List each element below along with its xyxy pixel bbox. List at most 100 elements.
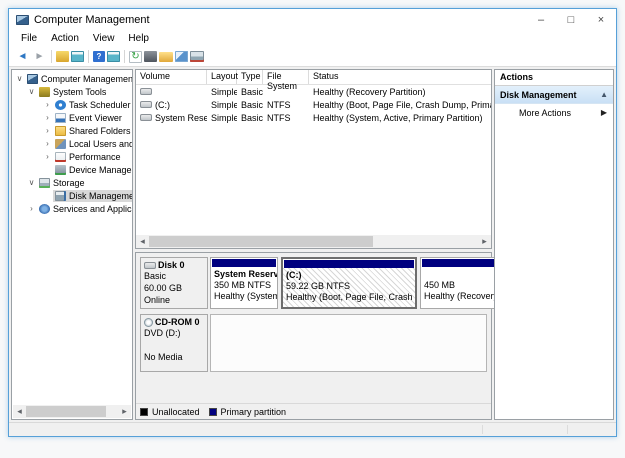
scroll-left-icon[interactable]: ◂ [13, 405, 26, 418]
tree-item-event-viewer[interactable]: › Event Viewer [12, 111, 132, 124]
disk-size: 60.00 GB [144, 283, 183, 293]
disk-title: Disk 0 [158, 260, 185, 270]
tree-item-performance[interactable]: › Performance [12, 150, 132, 163]
column-type[interactable]: Type [237, 70, 263, 84]
expander-icon[interactable]: ∨ [14, 74, 25, 83]
expander-icon[interactable]: ∨ [26, 87, 37, 96]
tree-item-local-users-groups[interactable]: › Local Users and Groups [12, 137, 132, 150]
volume-row[interactable]: System Reserved Simple Basic NTFS Health… [136, 111, 491, 124]
window-icon[interactable] [107, 51, 120, 62]
scrollbar-thumb[interactable] [149, 236, 373, 247]
open-folder-icon[interactable] [159, 51, 173, 62]
scroll-right-icon[interactable]: ▸ [118, 405, 131, 418]
status-bar-separator [482, 425, 483, 434]
cdrom-status: No Media [144, 352, 183, 362]
more-actions-item[interactable]: More Actions ▶ [495, 104, 613, 121]
menu-action[interactable]: Action [44, 31, 86, 46]
expander-icon[interactable]: › [42, 152, 53, 161]
expander-icon[interactable]: › [42, 139, 53, 148]
volume-row[interactable]: (C:) Simple Basic NTFS Healthy (Boot, Pa… [136, 98, 491, 111]
tree-item-computer-management[interactable]: ∨ Computer Management (Local [12, 72, 132, 85]
tree-item-label: Services and Applications [53, 203, 132, 214]
find-icon[interactable] [175, 51, 188, 62]
disk-tool-icon[interactable] [190, 51, 204, 62]
status-bar [9, 422, 616, 436]
toolbar-separator [88, 50, 89, 63]
column-file-system[interactable]: File System [263, 70, 309, 91]
menu-help[interactable]: Help [121, 31, 156, 46]
tree-item-services-applications[interactable]: › Services and Applications [12, 202, 132, 215]
tree-item-label: Event Viewer [69, 112, 122, 123]
forward-icon[interactable]: ► [32, 50, 47, 63]
help-icon[interactable]: ? [93, 51, 105, 62]
app-icon [16, 14, 29, 25]
partition-c[interactable]: (C:) 59.22 GB NTFS Healthy (Boot, Page F… [281, 257, 417, 309]
column-layout[interactable]: Layout [207, 70, 238, 84]
close-button[interactable]: × [586, 9, 616, 30]
graphical-view: Disk 0 Basic 60.00 GB Online System Rese… [135, 252, 516, 420]
actions-pane: Actions Disk Management ▲ More Actions ▶ [494, 69, 614, 420]
volume-icon [140, 101, 152, 108]
users-icon [55, 138, 66, 149]
tree-item-system-tools[interactable]: ∨ System Tools [12, 85, 132, 98]
expander-icon[interactable]: › [42, 126, 53, 135]
expander-icon[interactable]: › [26, 204, 37, 213]
cdrom-empty-region[interactable] [210, 314, 487, 372]
volume-type: Basic [241, 86, 263, 97]
storage-icon [39, 177, 50, 188]
scrollbar-thumb[interactable] [26, 406, 106, 417]
partitions: System Reserved 350 MB NTFS Healthy (Sys… [210, 257, 516, 309]
volume-layout: Simple [211, 99, 237, 110]
menu-view[interactable]: View [86, 31, 122, 46]
volume-horizontal-scrollbar[interactable]: ◂ ▸ [136, 235, 491, 248]
tree-horizontal-scrollbar[interactable]: ◂ ▸ [13, 405, 131, 418]
minimize-button[interactable]: – [526, 9, 556, 30]
show-console-tree-icon[interactable] [56, 51, 69, 62]
tree-item-shared-folders[interactable]: › Shared Folders [12, 124, 132, 137]
disk-management-icon [55, 190, 66, 201]
disk-0-label[interactable]: Disk 0 Basic 60.00 GB Online [140, 257, 208, 309]
submenu-arrow-icon: ▶ [600, 108, 607, 117]
refresh-icon[interactable]: ↻ [129, 50, 142, 63]
tree-item-device-manager[interactable]: Device Manager [12, 163, 132, 176]
cdrom-0-row: CD-ROM 0 DVD (D:) No Media [140, 314, 487, 372]
expander-icon[interactable]: › [42, 100, 53, 109]
volume-status: Healthy (System, Active, Primary Partiti… [313, 112, 483, 123]
title-bar: Computer Management – □ × [9, 9, 616, 30]
cdrom-0-label[interactable]: CD-ROM 0 DVD (D:) No Media [140, 314, 208, 372]
collapse-icon[interactable]: ▲ [600, 90, 608, 99]
column-volume[interactable]: Volume [136, 70, 207, 84]
expander-icon[interactable]: ∨ [26, 178, 37, 187]
volume-fs: NTFS [267, 99, 291, 110]
tree-item-label: Shared Folders [69, 125, 131, 136]
expander-icon[interactable]: › [42, 113, 53, 122]
partition-status: Healthy (Boot, Page File, Crash Dump, Pi [286, 292, 415, 302]
volume-status: Healthy (Boot, Page File, Crash Dump, Pr… [313, 99, 491, 110]
tree-item-storage[interactable]: ∨ Storage [12, 176, 132, 189]
cdrom-media: DVD (D:) [144, 328, 181, 338]
volume-row[interactable]: Simple Basic Healthy (Recovery Partition… [136, 85, 491, 98]
tools-icon [39, 86, 50, 97]
legend-label-primary: Primary partition [220, 406, 287, 417]
back-icon[interactable]: ◄ [15, 50, 30, 63]
tree-item-label: Local Users and Groups [69, 138, 133, 149]
scroll-left-icon[interactable]: ◂ [136, 235, 149, 248]
column-status[interactable]: Status [309, 70, 491, 84]
primary-partition-bar [284, 260, 414, 268]
volume-status: Healthy (Recovery Partition) [313, 86, 426, 97]
scroll-right-icon[interactable]: ▸ [478, 235, 491, 248]
actions-group-disk-management[interactable]: Disk Management ▲ [495, 86, 613, 104]
tree-item-disk-management[interactable]: Disk Management [12, 189, 132, 202]
status-bar-separator [567, 425, 568, 434]
volume-type: Basic [241, 99, 263, 110]
computer-management-window: Computer Management – □ × File Action Vi… [8, 8, 617, 437]
properties-icon[interactable] [144, 51, 157, 62]
maximize-button[interactable]: □ [556, 9, 586, 30]
show-action-pane-icon[interactable] [71, 51, 84, 62]
partition-system-reserved[interactable]: System Reserved 350 MB NTFS Healthy (Sys… [210, 257, 278, 309]
computer-icon [27, 73, 38, 84]
menu-file[interactable]: File [14, 31, 44, 46]
volume-fs: NTFS [267, 112, 291, 123]
volume-icon [140, 114, 152, 121]
tree-item-task-scheduler[interactable]: › Task Scheduler [12, 98, 132, 111]
